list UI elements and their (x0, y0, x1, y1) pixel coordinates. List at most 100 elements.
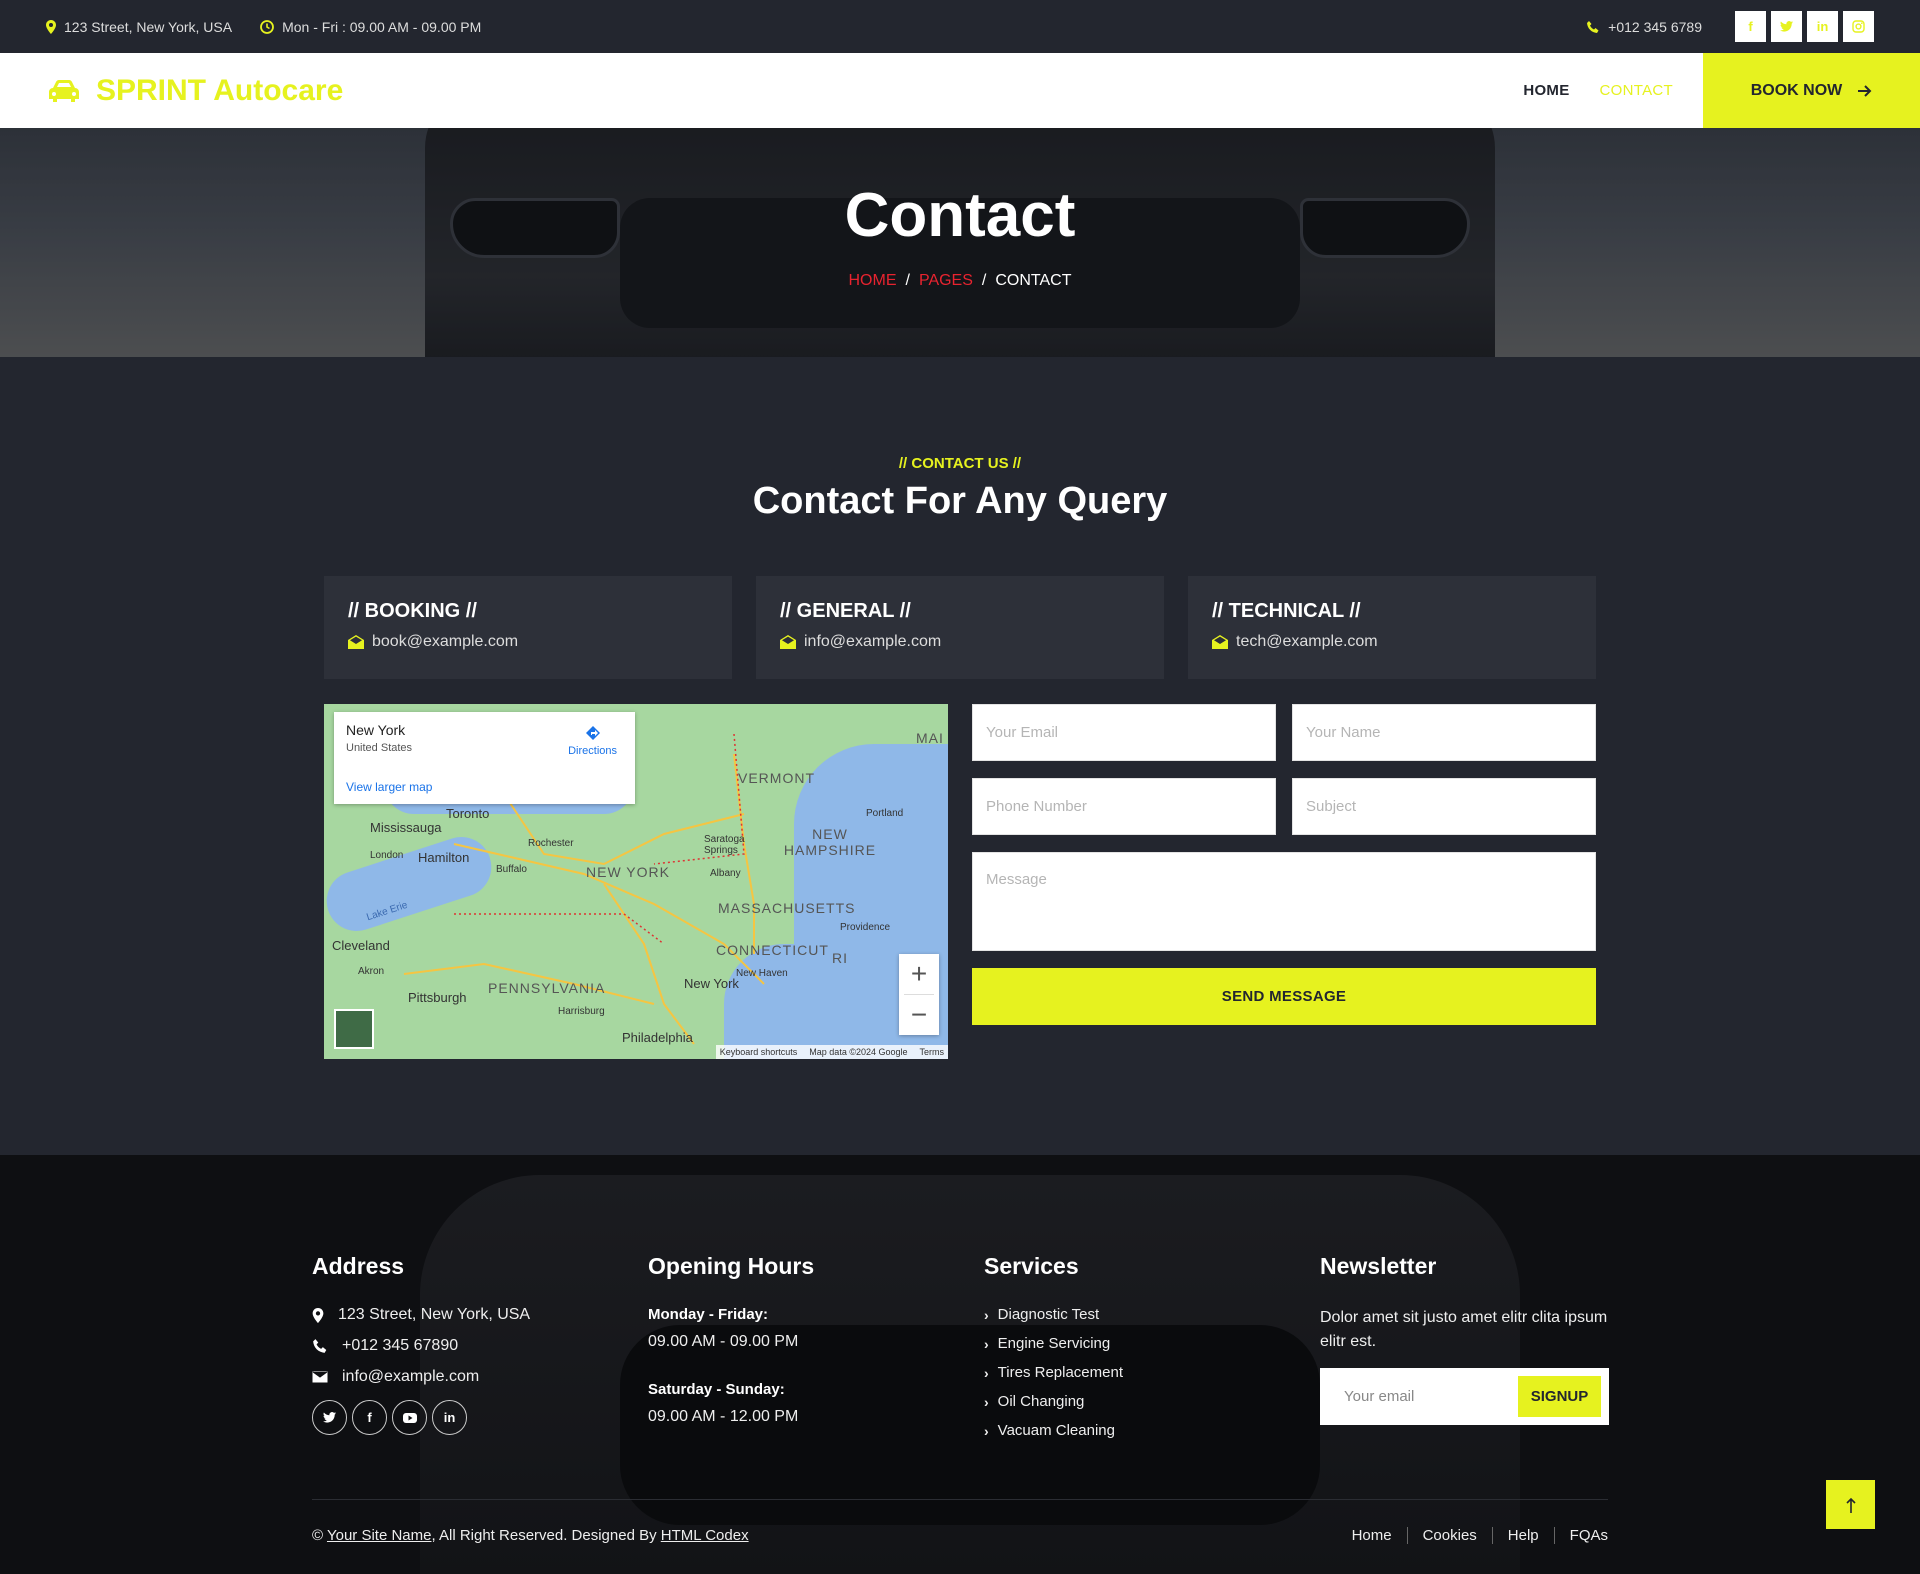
signup-button[interactable]: SIGNUP (1518, 1376, 1601, 1417)
footer-phone-text: +012 345 67890 (342, 1337, 459, 1354)
general-email[interactable]: info@example.com (780, 633, 1140, 651)
nav-contact[interactable]: CONTACT (1600, 82, 1673, 99)
nav-home[interactable]: HOME (1523, 82, 1569, 99)
booking-email[interactable]: book@example.com (348, 633, 708, 651)
copyright: © Your Site Name, All Right Reserved. De… (312, 1527, 749, 1544)
brand-logo[interactable]: SPRINT Autocare (0, 74, 343, 108)
map-data-credit: Map data ©2024 Google (809, 1047, 908, 1057)
map-terms[interactable]: Terms (920, 1047, 945, 1057)
view-larger-map-link[interactable]: View larger map (346, 780, 432, 794)
name-field[interactable]: Your Name (1292, 704, 1596, 761)
facebook-icon[interactable]: f (1735, 11, 1766, 42)
map-label-akron: Akron (358, 966, 385, 977)
footer-divider (312, 1499, 1608, 1500)
footer-street-text: 123 Street, New York, USA (338, 1306, 531, 1323)
directions-button[interactable]: Directions (568, 724, 617, 757)
footer-links: Home Cookies Help FQAs (1337, 1527, 1608, 1544)
footer-hours-column: Opening Hours Monday - Friday: 09.00 AM … (648, 1253, 948, 1456)
footer-hours-title: Opening Hours (648, 1253, 815, 1279)
breadcrumb-pages[interactable]: PAGES (919, 272, 973, 289)
map-label-pennsylvania: PENNSYLVANIA (488, 980, 606, 996)
topbar-hours-text: Mon - Fri : 09.00 AM - 09.00 PM (282, 18, 482, 35)
subject-field[interactable]: Subject (1292, 778, 1596, 835)
zoom-in-button[interactable]: + (899, 954, 939, 994)
footer-social: f in (312, 1400, 612, 1435)
footer-address-title: Address (312, 1253, 405, 1279)
message-field[interactable]: Message (972, 852, 1596, 951)
zoom-out-button[interactable]: − (899, 995, 939, 1035)
map-zoom-controls: + − (899, 954, 939, 1035)
map-label-pittsburgh: Pittsburgh (408, 990, 467, 1005)
map-keyboard-shortcuts[interactable]: Keyboard shortcuts (720, 1047, 798, 1057)
service-label: Tires Replacement (997, 1364, 1123, 1381)
linkedin-icon[interactable]: in (1807, 11, 1838, 42)
phone-field[interactable]: Phone Number (972, 778, 1276, 835)
copyright-symbol: © (312, 1527, 324, 1544)
chevron-right-icon: › (984, 1422, 989, 1439)
site-name-link[interactable]: Your Site Name (327, 1527, 432, 1544)
twitter-icon[interactable] (1771, 11, 1802, 42)
breadcrumb-current: CONTACT (995, 272, 1072, 289)
arrow-right-icon (1858, 84, 1872, 97)
directions-icon (585, 726, 600, 740)
google-map[interactable]: Toronto Mississauga London Hamilton Roch… (324, 704, 948, 1059)
footer-services-title: Services (984, 1253, 1079, 1279)
chevron-right-icon: › (984, 1306, 989, 1323)
footer-link-home[interactable]: Home (1337, 1527, 1407, 1544)
map-label-maine: MAI (916, 730, 944, 746)
service-link[interactable]: › Diagnostic Test (984, 1306, 1284, 1323)
section-title: Contact For Any Query (752, 480, 1168, 522)
footer-services-column: Services › Diagnostic Test › Engine Servic… (984, 1253, 1284, 1451)
designer-link[interactable]: HTML Codex (661, 1527, 749, 1544)
chevron-right-icon: › (984, 1364, 989, 1381)
youtube-icon[interactable] (392, 1400, 427, 1435)
footer-newsletter-column: Newsletter Dolor amet sit justo amet eli… (1320, 1253, 1620, 1425)
send-message-button[interactable]: SEND MESSAGE (972, 968, 1596, 1025)
copyright-text: , All Right Reserved. Designed By (431, 1527, 657, 1544)
footer-email: info@example.com (312, 1368, 612, 1386)
newsletter-email-input[interactable]: Your email (1344, 1388, 1518, 1405)
breadcrumb: HOME / PAGES / CONTACT (848, 272, 1072, 289)
footer-link-cookies[interactable]: Cookies (1406, 1527, 1492, 1544)
chevron-right-icon: › (984, 1335, 989, 1352)
service-label: Diagnostic Test (997, 1306, 1100, 1323)
breadcrumb-home[interactable]: HOME (849, 272, 897, 289)
service-link[interactable]: › Vacuam Cleaning (984, 1422, 1284, 1439)
section-label: // CONTACT US // (898, 455, 1022, 472)
weekend-label: Saturday - Sunday: (648, 1381, 785, 1398)
facebook-icon[interactable]: f (352, 1400, 387, 1435)
map-label-new-haven: New Haven (736, 968, 788, 979)
topbar-phone-text: +012 345 6789 (1608, 18, 1702, 35)
email-field[interactable]: Your Email (972, 704, 1276, 761)
map-label-saratoga: Saratoga Springs (704, 834, 745, 856)
arrow-up-icon (1845, 1497, 1856, 1513)
service-link[interactable]: › Tires Replacement (984, 1364, 1284, 1381)
service-link[interactable]: › Engine Servicing (984, 1335, 1284, 1352)
instagram-icon[interactable] (1843, 11, 1874, 42)
service-link[interactable]: › Oil Changing (984, 1393, 1284, 1410)
technical-card-title: // TECHNICAL // (1212, 600, 1361, 622)
back-to-top-button[interactable] (1826, 1480, 1875, 1529)
envelope-open-icon (780, 635, 796, 649)
map-label-hamilton: Hamilton (418, 850, 470, 865)
booking-card-title: // BOOKING // (348, 600, 477, 622)
weekday-hours: 09.00 AM - 09.00 PM (648, 1333, 799, 1350)
map-label-toronto: Toronto (446, 806, 490, 821)
technical-email[interactable]: tech@example.com (1212, 633, 1572, 651)
footer-newsletter-title: Newsletter (1320, 1253, 1437, 1279)
twitter-icon[interactable] (312, 1400, 347, 1435)
book-now-button[interactable]: BOOK NOW (1703, 53, 1920, 128)
topbar-phone: +012 345 6789 (1586, 19, 1702, 35)
map-satellite-toggle[interactable] (334, 1009, 374, 1049)
technical-email-text: tech@example.com (1236, 633, 1378, 650)
linkedin-icon[interactable]: in (432, 1400, 467, 1435)
general-card-title: // GENERAL // (780, 600, 911, 622)
car-icon (49, 79, 79, 102)
footer-link-fqas[interactable]: FQAs (1553, 1527, 1608, 1544)
footer-link-help[interactable]: Help (1491, 1527, 1554, 1544)
page-header: Contact HOME / PAGES / CONTACT (0, 128, 1920, 357)
general-email-text: info@example.com (804, 633, 942, 650)
service-label: Engine Servicing (997, 1335, 1111, 1352)
newsletter-text: Dolor amet sit justo amet elitr clita ip… (1320, 1309, 1608, 1350)
map-label-providence: Providence (840, 922, 891, 933)
